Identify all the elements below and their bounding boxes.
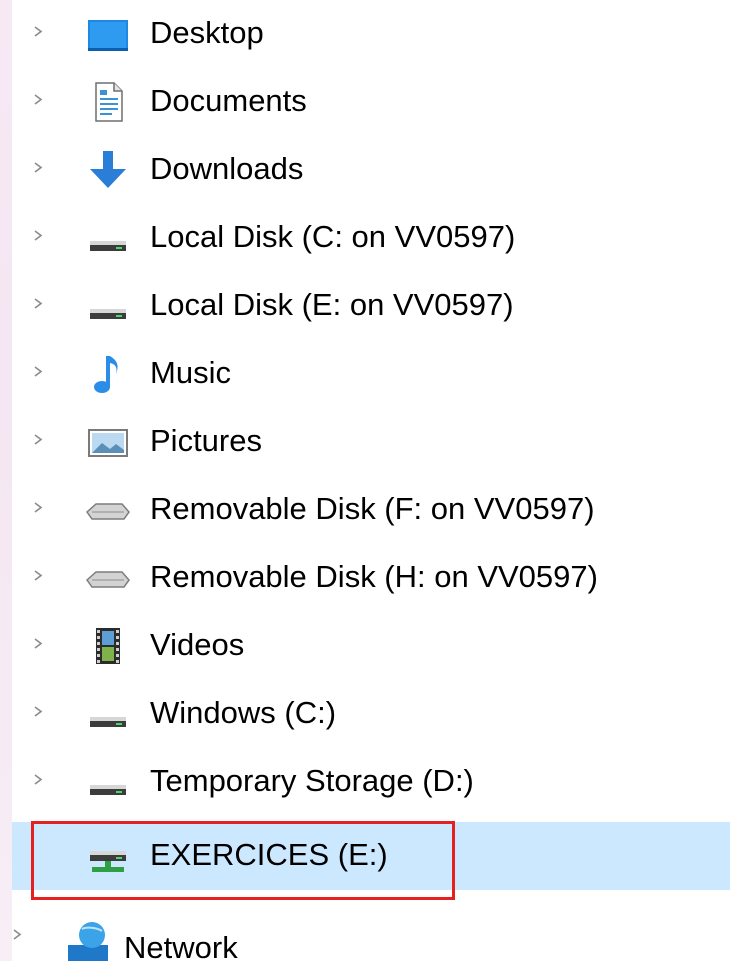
documents-icon <box>95 82 123 122</box>
chevron-right-icon[interactable] <box>33 366 44 377</box>
chevron-right-icon[interactable] <box>33 230 44 241</box>
tree-item-videos[interactable]: Videos <box>12 612 730 680</box>
tree-item-documents[interactable]: Documents <box>12 68 730 136</box>
pictures-icon <box>88 429 128 457</box>
chevron-right-icon[interactable] <box>33 94 44 105</box>
tree-item-label: Windows (C:) <box>150 695 337 730</box>
tree-item-removable-disk-f[interactable]: Removable Disk (F: on VV0597) <box>12 476 730 544</box>
tree-item-label: Local Disk (C: on VV0597) <box>150 219 516 254</box>
downloads-icon <box>90 151 126 188</box>
chevron-right-icon[interactable] <box>12 929 23 940</box>
desktop-icon <box>88 20 128 51</box>
tree-item-label: Local Disk (E: on VV0597) <box>150 287 514 322</box>
music-icon <box>94 356 118 393</box>
tree-item-label: Network <box>124 930 238 965</box>
chevron-right-icon[interactable] <box>33 298 44 309</box>
tree-item-label: Videos <box>150 627 245 662</box>
chevron-right-icon[interactable] <box>33 26 44 37</box>
tree-item-removable-disk-h[interactable]: Removable Disk (H: on VV0597) <box>12 544 730 612</box>
tree-item-label: Documents <box>150 83 307 118</box>
tree-item-desktop[interactable]: Desktop <box>12 0 730 68</box>
drive-icon <box>90 785 126 795</box>
tree-item-exercices-e[interactable]: EXERCICES (E:) <box>12 822 730 890</box>
removable-disk-icon <box>86 571 130 588</box>
tree-item-label: Removable Disk (H: on VV0597) <box>150 559 598 594</box>
drive-icon <box>90 309 126 319</box>
tree-item-music[interactable]: Music <box>12 340 730 408</box>
tree-item-windows-c[interactable]: Windows (C:) <box>12 680 730 748</box>
chevron-right-icon[interactable] <box>33 502 44 513</box>
removable-disk-icon <box>86 503 130 520</box>
tree-item-label: Temporary Storage (D:) <box>150 763 474 798</box>
chevron-right-icon[interactable] <box>33 570 44 581</box>
tree-item-label: EXERCICES (E:) <box>150 837 388 872</box>
chevron-right-icon[interactable] <box>33 774 44 785</box>
videos-icon <box>96 628 120 664</box>
tree-item-label: Removable Disk (F: on VV0597) <box>150 491 595 526</box>
tree-item-label: Pictures <box>150 423 262 458</box>
navigation-pane: Desktop Documents Downloads Local Disk (… <box>0 0 730 965</box>
chevron-right-icon[interactable] <box>33 706 44 717</box>
drive-icon <box>90 241 126 251</box>
tree-item-downloads[interactable]: Downloads <box>12 136 730 204</box>
tree-item-local-disk-e[interactable]: Local Disk (E: on VV0597) <box>12 272 730 340</box>
tree-item-label: Desktop <box>150 15 264 50</box>
network-icon <box>68 922 108 961</box>
network-drive-icon <box>90 851 126 872</box>
tree-item-label: Downloads <box>150 151 304 186</box>
chevron-right-icon[interactable] <box>33 434 44 445</box>
tree-item-temporary-storage-d[interactable]: Temporary Storage (D:) <box>12 748 730 816</box>
tree-item-network[interactable]: Network <box>12 895 730 965</box>
tree-item-local-disk-c[interactable]: Local Disk (C: on VV0597) <box>12 204 730 272</box>
chevron-right-icon[interactable] <box>33 162 44 173</box>
tree-item-label: Music <box>150 355 231 390</box>
chevron-right-icon[interactable] <box>33 638 44 649</box>
drive-icon <box>90 717 126 727</box>
tree-item-pictures[interactable]: Pictures <box>12 408 730 476</box>
